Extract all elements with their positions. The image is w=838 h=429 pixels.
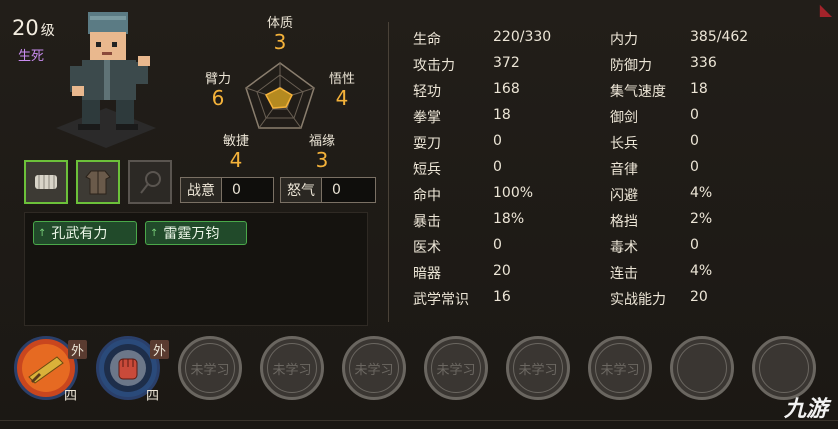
stat-label: 集气速度 (610, 84, 666, 100)
battle-intent-box: 战意 0 (180, 177, 274, 203)
stat-label: 短兵 (413, 162, 441, 178)
equip-slot-weapon[interactable] (24, 160, 68, 204)
stat-label: 暴击 (413, 214, 441, 230)
stat-value: 336 (690, 55, 717, 71)
skill-slot-empty[interactable]: 未学习 (178, 336, 242, 400)
rage-value: 0 (322, 178, 375, 202)
character-status: 生死 (18, 49, 45, 64)
attr-agility: 敏捷 4 (222, 134, 249, 172)
stat-value: 0 (690, 107, 699, 123)
stat-label: 拳掌 (413, 110, 441, 126)
skill-slot-empty[interactable] (670, 336, 734, 400)
stat-label: 实战能力 (610, 292, 666, 308)
stat-value: 0 (493, 237, 502, 253)
stat-value: 4% (690, 263, 713, 279)
watermark-logo: 九游 (783, 397, 828, 422)
stat-label: 生命 (413, 32, 441, 48)
skill-type-tag: 外 (150, 340, 170, 359)
equip-slot-accessory[interactable] (128, 160, 172, 204)
stat-value: 16 (493, 289, 511, 305)
bandage-wraps-icon (35, 175, 57, 189)
stat-value: 2% (690, 211, 713, 227)
up-arrow-icon: ↑ (150, 227, 159, 239)
battle-intent-label: 战意 (181, 178, 222, 202)
skill-slot-empty[interactable]: 未学习 (342, 336, 406, 400)
corner-ornament-icon: ◣ (819, 0, 832, 19)
stat-value: 18 (690, 81, 708, 97)
character-portrait (56, 12, 156, 148)
traits-panel: ↑ 孔武有力 ↑ 雷霆万钧 (24, 212, 368, 326)
attr-comprehension: 悟性 4 (328, 72, 355, 110)
robe-icon (85, 170, 111, 195)
stat-value: 100% (493, 185, 534, 201)
attr-constitution: 体质 3 (266, 16, 293, 54)
stat-label: 命中 (413, 188, 441, 204)
stat-value: 372 (493, 55, 520, 71)
attr-strength: 臂力 6 (204, 72, 231, 110)
stat-value: 0 (690, 133, 699, 149)
stat-value: 0 (690, 159, 699, 175)
stat-value: 0 (493, 133, 502, 149)
equip-slot-armor[interactable] (76, 160, 120, 204)
stat-label: 医术 (413, 240, 441, 256)
stat-value: 0 (493, 159, 502, 175)
skill-tier-tag: 四 (64, 389, 78, 404)
panel-divider (388, 22, 389, 322)
stat-label: 耍刀 (413, 136, 441, 152)
stat-value: 168 (493, 81, 520, 97)
stat-value: 0 (690, 237, 699, 253)
skill-slot-empty[interactable]: 未学习 (424, 336, 488, 400)
skill-type-tag: 外 (68, 340, 88, 359)
attr-fortune: 福缘 3 (308, 134, 335, 172)
trait-badge[interactable]: ↑ 雷霆万钧 (145, 221, 247, 245)
stat-label: 攻击力 (413, 58, 455, 74)
stat-value: 18% (493, 211, 525, 227)
stat-value: 4% (690, 185, 713, 201)
stat-label: 武学常识 (413, 292, 469, 308)
stat-label: 内力 (610, 32, 638, 48)
skill-slot-empty[interactable]: 未学习 (506, 336, 570, 400)
stat-label: 音律 (610, 162, 638, 178)
stat-value: 20 (493, 263, 511, 279)
trait-badge[interactable]: ↑ 孔武有力 (33, 221, 137, 245)
skill-slot-empty[interactable]: 未学习 (588, 336, 652, 400)
amulet-icon (140, 171, 161, 194)
battle-intent-value: 0 (222, 178, 273, 202)
stat-label: 闪避 (610, 188, 638, 204)
stat-label: 长兵 (610, 136, 638, 152)
skill-tier-tag: 四 (146, 389, 160, 404)
rage-box: 怒气 0 (280, 177, 376, 203)
stat-value: 20 (690, 289, 708, 305)
stat-label: 连击 (610, 266, 638, 282)
bottom-border (0, 420, 838, 421)
rage-label: 怒气 (281, 178, 322, 202)
skill-slot-empty[interactable]: 未学习 (260, 336, 324, 400)
stat-label: 暗器 (413, 266, 441, 282)
stat-label: 轻功 (413, 84, 441, 100)
stat-label: 毒术 (610, 240, 638, 256)
stat-label: 防御力 (610, 58, 652, 74)
stat-value: 220/330 (493, 29, 552, 45)
stat-label: 御剑 (610, 110, 638, 126)
stat-label: 格挡 (610, 214, 638, 230)
up-arrow-icon: ↑ (38, 227, 47, 239)
stat-value: 18 (493, 107, 511, 123)
stat-value: 385/462 (690, 29, 749, 45)
